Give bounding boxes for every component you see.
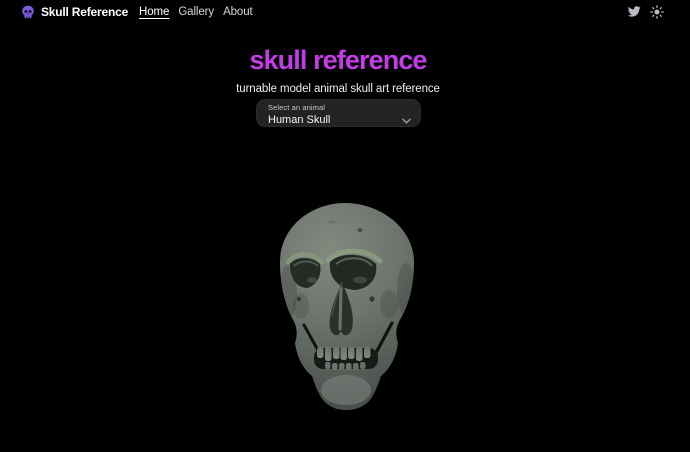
nav-links: Home Gallery About bbox=[139, 6, 253, 18]
animal-select[interactable]: Select an animal Human Skull bbox=[256, 99, 421, 127]
twitter-icon bbox=[627, 6, 641, 18]
theme-toggle-button[interactable] bbox=[650, 5, 664, 19]
animal-select-label: Select an animal bbox=[268, 103, 410, 112]
page-title: skull reference bbox=[0, 47, 683, 74]
skull-3d-viewer[interactable] bbox=[268, 200, 422, 412]
twitter-link-button[interactable] bbox=[627, 6, 641, 18]
brand-label: Skull Reference bbox=[41, 5, 128, 19]
page-subtitle: turnable model animal skull art referenc… bbox=[0, 83, 683, 95]
human-skull-model bbox=[268, 200, 422, 412]
nav-actions bbox=[627, 5, 664, 19]
animal-select-value: Human Skull bbox=[268, 114, 410, 126]
nav-link-home[interactable]: Home bbox=[139, 6, 169, 18]
top-navbar: Skull Reference Home Gallery About bbox=[0, 0, 690, 24]
chevron-down-icon bbox=[402, 111, 411, 129]
brand[interactable]: Skull Reference bbox=[21, 5, 128, 19]
nav-link-about[interactable]: About bbox=[223, 6, 253, 18]
hero-section: skull reference turnable model animal sk… bbox=[0, 47, 683, 95]
skull-logo-icon bbox=[21, 5, 35, 19]
nav-link-gallery[interactable]: Gallery bbox=[178, 6, 214, 18]
sun-theme-toggle-icon bbox=[650, 5, 664, 19]
